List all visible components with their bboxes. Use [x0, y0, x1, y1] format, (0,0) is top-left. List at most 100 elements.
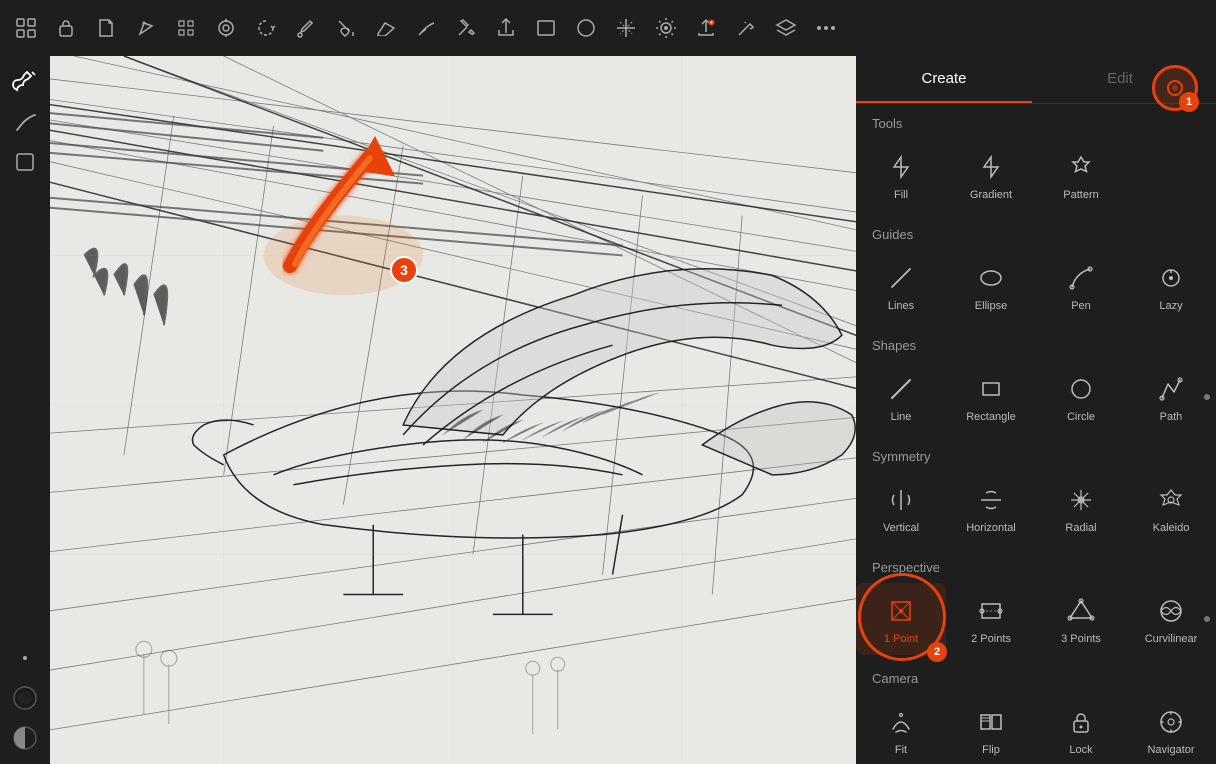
tool-pattern[interactable]: Pattern [1036, 139, 1126, 211]
tool-3points[interactable]: 3 Points [1036, 583, 1126, 655]
tools-grid: Fill Gradient Pattern [856, 135, 1216, 215]
tool-pen[interactable]: Pen [1036, 250, 1126, 322]
tool-kaleido[interactable]: Kaleido [1126, 472, 1216, 544]
tool-circle[interactable]: Circle [1036, 361, 1126, 433]
fit-icon [883, 704, 919, 740]
smudge-sidebar-icon[interactable] [7, 104, 43, 140]
share-toolbar-icon[interactable] [488, 10, 524, 46]
path-indicator-dot [1204, 394, 1210, 400]
tool-2points[interactable]: 2 Points [946, 583, 1036, 655]
curvilinear-label: Curvilinear [1145, 633, 1198, 645]
circle-label: Circle [1067, 411, 1095, 423]
tool-curvilinear[interactable]: Curvilinear [1126, 583, 1216, 655]
lines-icon [883, 260, 919, 296]
more-toolbar-icon[interactable] [808, 10, 844, 46]
tool-fit[interactable]: Fit [856, 694, 946, 764]
edit-circle-button[interactable]: 1 [1152, 65, 1198, 111]
vertical-label: Vertical [883, 522, 919, 534]
pen-toolbar-icon[interactable] [128, 10, 164, 46]
fit-label: Fit [895, 744, 907, 756]
tool-gradient[interactable]: Gradient [946, 139, 1036, 211]
color-circle-icon[interactable] [7, 680, 43, 716]
circle-shape-icon [1063, 371, 1099, 407]
tool-rectangle[interactable]: Rectangle [946, 361, 1036, 433]
tool-lock[interactable]: Lock [1036, 694, 1126, 764]
guides-grid: Lines Ellipse Pen [856, 246, 1216, 326]
tool-vertical[interactable]: Vertical [856, 472, 946, 544]
curvilinear-icon [1153, 593, 1189, 629]
step-1-badge: 1 [1179, 92, 1199, 112]
tab-create[interactable]: Create [856, 56, 1032, 103]
camera-section-label: Camera [856, 659, 1216, 690]
path-label: Path [1160, 411, 1183, 423]
1point-label: 1 Point [884, 633, 918, 645]
tool-radial[interactable]: Radial [1036, 472, 1126, 544]
tool-path[interactable]: Path [1126, 361, 1216, 433]
document-toolbar-icon[interactable] [88, 10, 124, 46]
ellipse-label: Ellipse [975, 300, 1007, 312]
brush-sidebar-icon[interactable] [7, 64, 43, 100]
top-toolbar [0, 0, 1216, 56]
lasso-toolbar-icon[interactable] [248, 10, 284, 46]
frame-toolbar-icon[interactable] [168, 10, 204, 46]
guides-section-label: Guides [856, 215, 1216, 246]
horizontal-label: Horizontal [966, 522, 1016, 534]
path-icon [1153, 371, 1189, 407]
flip-label: Flip [982, 744, 1000, 756]
eyedropper-toolbar-icon[interactable] [288, 10, 324, 46]
bucket-toolbar-icon[interactable] [448, 10, 484, 46]
pen-label: Pen [1071, 300, 1091, 312]
2points-label: 2 Points [971, 633, 1011, 645]
smudge-toolbar-icon[interactable] [408, 10, 444, 46]
symmetry-section-label: Symmetry [856, 437, 1216, 468]
tool-flip[interactable]: Flip [946, 694, 1036, 764]
target-toolbar-icon[interactable] [208, 10, 244, 46]
horizontal-symmetry-icon [973, 482, 1009, 518]
right-panel: Create Edit 1 Tools [856, 56, 1216, 764]
pattern-label: Pattern [1063, 189, 1098, 201]
rect-toolbar-icon[interactable] [528, 10, 564, 46]
kaleido-label: Kaleido [1153, 522, 1190, 534]
navigator-icon [1153, 704, 1189, 740]
lazy-label: Lazy [1159, 300, 1182, 312]
left-sidebar [0, 56, 50, 764]
tool-ellipse[interactable]: Ellipse [946, 250, 1036, 322]
upload-toolbar-icon[interactable] [688, 10, 724, 46]
step-3-badge: 3 [390, 256, 418, 284]
tool-navigator[interactable]: Navigator [1126, 694, 1216, 764]
vertical-symmetry-icon [883, 482, 919, 518]
kaleido-icon [1153, 482, 1189, 518]
camera-grid: Fit Flip [856, 690, 1216, 764]
sketch-canvas [50, 56, 856, 764]
transform-toolbar-icon[interactable] [608, 10, 644, 46]
rectangle-icon [973, 371, 1009, 407]
wand-toolbar-icon[interactable] [728, 10, 764, 46]
navigator-label: Navigator [1147, 744, 1194, 756]
circle-toolbar-icon[interactable] [568, 10, 604, 46]
tool-horizontal[interactable]: Horizontal [946, 472, 1036, 544]
shapes-section-label: Shapes [856, 326, 1216, 357]
erase-toolbar-icon[interactable] [368, 10, 404, 46]
radial-label: Radial [1065, 522, 1096, 534]
tool-1point[interactable]: 1 Point [856, 583, 946, 655]
layers-toolbar-icon[interactable] [768, 10, 804, 46]
lock-toolbar-icon[interactable] [48, 10, 84, 46]
lock-label: Lock [1069, 744, 1092, 756]
procreate-logo-icon[interactable] [8, 10, 44, 46]
eraser-sidebar-icon[interactable] [7, 144, 43, 180]
opacity-icon[interactable] [7, 720, 43, 756]
canvas-area[interactable]: 3 [50, 56, 856, 764]
fill-icon [883, 149, 919, 185]
main-area: 3 Create Edit 1 Tools [0, 56, 1216, 764]
two-points-icon [973, 593, 1009, 629]
tool-lines[interactable]: Lines [856, 250, 946, 322]
tool-line[interactable]: Line [856, 361, 946, 433]
panel-tabs: Create Edit 1 [856, 56, 1216, 104]
brush-size-icon[interactable] [7, 640, 43, 676]
gradient-icon [973, 149, 1009, 185]
tool-lazy[interactable]: Lazy [1126, 250, 1216, 322]
stamp-toolbar-icon[interactable] [648, 10, 684, 46]
line-label: Line [891, 411, 912, 423]
fill-toolbar-icon[interactable] [328, 10, 364, 46]
tool-fill[interactable]: Fill [856, 139, 946, 211]
